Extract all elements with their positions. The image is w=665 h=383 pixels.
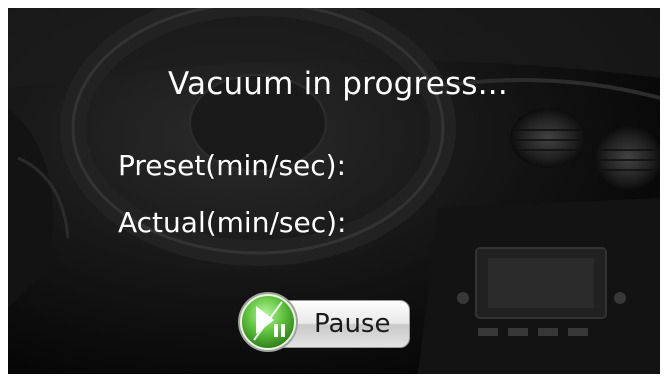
app-frame: Vacuum in progress... Preset(min/sec): A… [0, 0, 665, 383]
status-title: Vacuum in progress... [168, 66, 508, 102]
preset-time-label: Preset(min/sec): [118, 149, 347, 182]
vacuum-screen: Vacuum in progress... Preset(min/sec): A… [8, 8, 660, 374]
play-pause-icon [238, 292, 298, 352]
pause-button-label: Pause [314, 309, 391, 339]
actual-time-label: Actual(min/sec): [118, 206, 347, 239]
pause-button[interactable]: Pause [236, 290, 416, 354]
